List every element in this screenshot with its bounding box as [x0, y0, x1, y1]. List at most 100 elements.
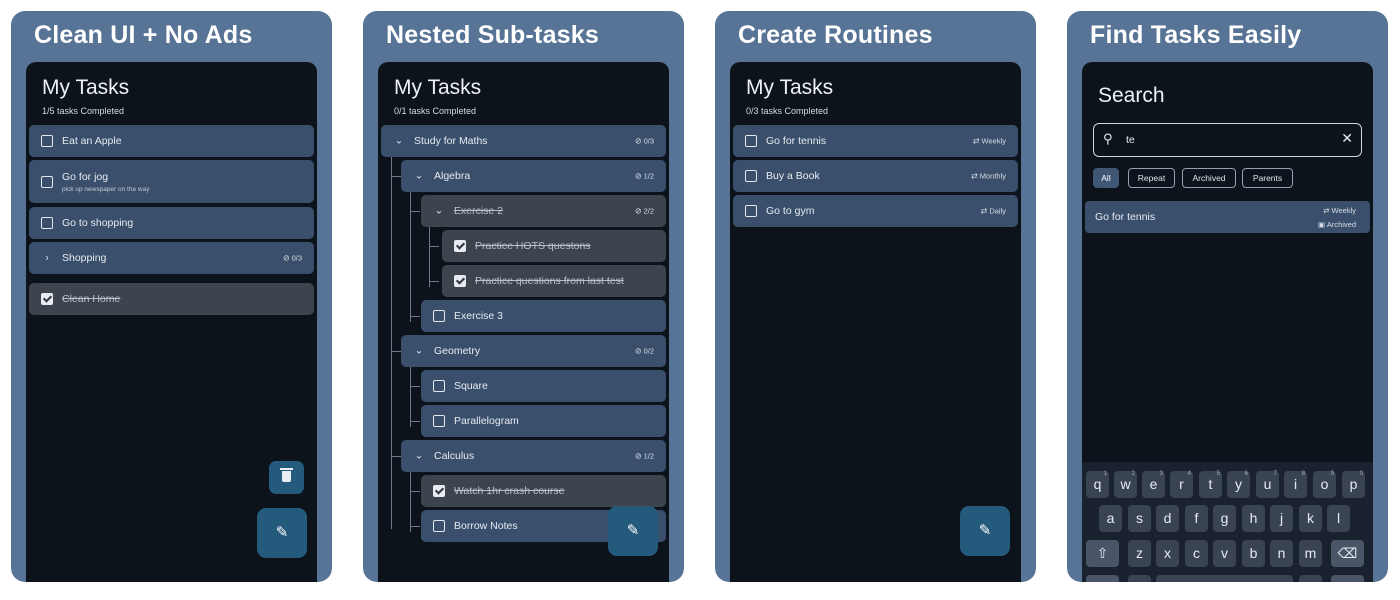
repeat-icon: ⇄ [972, 136, 980, 146]
edit-button[interactable]: ✎ [608, 506, 658, 556]
task-item[interactable]: Go to shopping [29, 207, 314, 239]
task-item[interactable]: Go to gym ⇄ Daily [733, 195, 1018, 227]
checkbox-icon[interactable] [433, 380, 445, 392]
repeat-badge: ⇄ Daily [980, 206, 1006, 216]
task-item[interactable]: Parallelogram [421, 405, 666, 437]
filter-chip-archived[interactable]: Archived [1182, 168, 1236, 188]
tree-line [410, 472, 411, 532]
checkbox-icon[interactable] [41, 217, 53, 229]
key-s[interactable]: s [1128, 505, 1151, 532]
task-group[interactable]: ⌄ Calculus ⊘ 1/2 [401, 440, 666, 472]
checkbox-icon[interactable] [433, 310, 445, 322]
checkbox-icon[interactable] [433, 520, 445, 532]
checkbox-checked-icon[interactable] [454, 275, 466, 287]
task-item[interactable]: Practice HOTS questons [442, 230, 666, 262]
key-m[interactable]: m [1299, 540, 1322, 567]
task-group[interactable]: ⌄ Geometry ⊘ 0/2 [401, 335, 666, 367]
key-t[interactable]: t5 [1199, 471, 1222, 498]
task-item[interactable]: Square [421, 370, 666, 402]
key-d[interactable]: d [1156, 505, 1179, 532]
shift-key[interactable]: ⇧ [1086, 540, 1119, 567]
checkbox-checked-icon[interactable] [454, 240, 466, 252]
filter-chip-all[interactable]: All [1093, 168, 1119, 188]
task-item[interactable]: Clean Home [29, 283, 314, 315]
key-e[interactable]: e3 [1142, 471, 1165, 498]
chevron-down-icon[interactable]: ⌄ [413, 171, 425, 182]
key-k[interactable]: k [1299, 505, 1322, 532]
key-p[interactable]: p0 [1342, 471, 1365, 498]
filter-chip-repeat[interactable]: Repeat [1128, 168, 1175, 188]
key-n[interactable]: n [1270, 540, 1293, 567]
task-item[interactable]: Buy a Book ⇄ Monthly [733, 160, 1018, 192]
key-y[interactable]: y6 [1227, 471, 1250, 498]
chevron-down-icon[interactable]: ⌄ [413, 346, 425, 357]
pencil-icon: ✎ [275, 524, 289, 541]
key-b[interactable]: b [1242, 540, 1265, 567]
key-v[interactable]: v [1213, 540, 1236, 567]
task-group[interactable]: ⌄ Study for Maths ⊘ 0/3 [381, 125, 666, 157]
page-title: My Tasks [394, 76, 482, 99]
symbols-key[interactable] [1086, 575, 1119, 582]
key-a[interactable]: a [1099, 505, 1122, 532]
key-i[interactable]: i8 [1284, 471, 1307, 498]
task-label: Calculus [434, 450, 475, 462]
subtask-count: ⊘ 0/3 [282, 253, 302, 263]
task-group[interactable]: ⌄ Algebra ⊘ 1/2 [401, 160, 666, 192]
task-item[interactable]: Exercise 3 [421, 300, 666, 332]
progress-summary: 0/1 tasks Completed [394, 106, 477, 116]
task-label: Go to gym [766, 205, 815, 217]
key-emoji[interactable] [1128, 575, 1151, 582]
key-f[interactable]: f [1185, 505, 1208, 532]
key-c[interactable]: c [1185, 540, 1208, 567]
key-l[interactable]: l [1327, 505, 1350, 532]
chevron-down-icon[interactable]: ⌄ [413, 451, 425, 462]
task-item[interactable]: Go for jog pick up newspaper on the way [29, 160, 314, 203]
close-icon[interactable]: ✕ [1341, 130, 1353, 147]
checkbox-checked-icon[interactable] [41, 293, 53, 305]
checkbox-icon[interactable] [745, 170, 757, 182]
filter-chip-parents[interactable]: Parents [1242, 168, 1293, 188]
task-item[interactable]: Go for tennis ⇄ Weekly [733, 125, 1018, 157]
phone-screen: My Tasks 1/5 tasks Completed Eat an Appl… [26, 62, 317, 582]
task-item[interactable]: Watch 1hr crash course [421, 475, 666, 507]
backspace-key[interactable]: ⌫ [1331, 540, 1364, 567]
panel-nested-subtasks: Nested Sub-tasks My Tasks 0/1 tasks Comp… [363, 11, 684, 582]
edit-button[interactable]: ✎ [960, 506, 1010, 556]
checkbox-icon[interactable] [41, 175, 53, 188]
key-u[interactable]: u7 [1256, 471, 1279, 498]
task-label: Parallelogram [454, 415, 519, 427]
checkbox-icon[interactable] [41, 135, 53, 147]
key-j[interactable]: j [1270, 505, 1293, 532]
checkbox-icon[interactable] [745, 135, 757, 147]
chevron-right-icon[interactable]: › [41, 253, 53, 264]
task-group[interactable]: ⌄ Exercise 2 ⊘ 2/2 [421, 195, 666, 227]
circle-check-icon: ⊘ [282, 253, 290, 263]
search-query[interactable]: te [1126, 134, 1135, 146]
panel-heading: Nested Sub-tasks [386, 21, 599, 49]
edit-button[interactable]: ✎ [257, 508, 307, 558]
chevron-down-icon[interactable]: ⌄ [433, 206, 445, 217]
delete-button[interactable] [269, 461, 304, 494]
key-x[interactable]: x [1156, 540, 1179, 567]
space-key[interactable] [1156, 575, 1293, 582]
repeat-icon: ⇄ [980, 206, 988, 216]
key-w[interactable]: w2 [1114, 471, 1137, 498]
chevron-down-icon[interactable]: ⌄ [393, 136, 405, 147]
task-group[interactable]: › Shopping ⊘ 0/3 [29, 242, 314, 274]
checkbox-checked-icon[interactable] [433, 485, 445, 497]
key-o[interactable]: o9 [1313, 471, 1336, 498]
task-item[interactable]: Practice questions from last test [442, 265, 666, 297]
search-result-item[interactable]: Go for tennis ⇄ Weekly ▣ Archived [1085, 201, 1370, 233]
key-z[interactable]: z [1128, 540, 1151, 567]
search-input[interactable]: ⚲ te ✕ [1093, 123, 1362, 157]
checkbox-icon[interactable] [745, 205, 757, 217]
repeat-badge: ⇄ Weekly [972, 136, 1006, 146]
task-item[interactable]: Eat an Apple [29, 125, 314, 157]
key-r[interactable]: r4 [1170, 471, 1193, 498]
key-h[interactable]: h [1242, 505, 1265, 532]
checkbox-icon[interactable] [433, 415, 445, 427]
key-g[interactable]: g [1213, 505, 1236, 532]
key-period[interactable] [1299, 575, 1322, 582]
enter-key[interactable] [1331, 575, 1364, 582]
key-q[interactable]: q1 [1086, 471, 1109, 498]
